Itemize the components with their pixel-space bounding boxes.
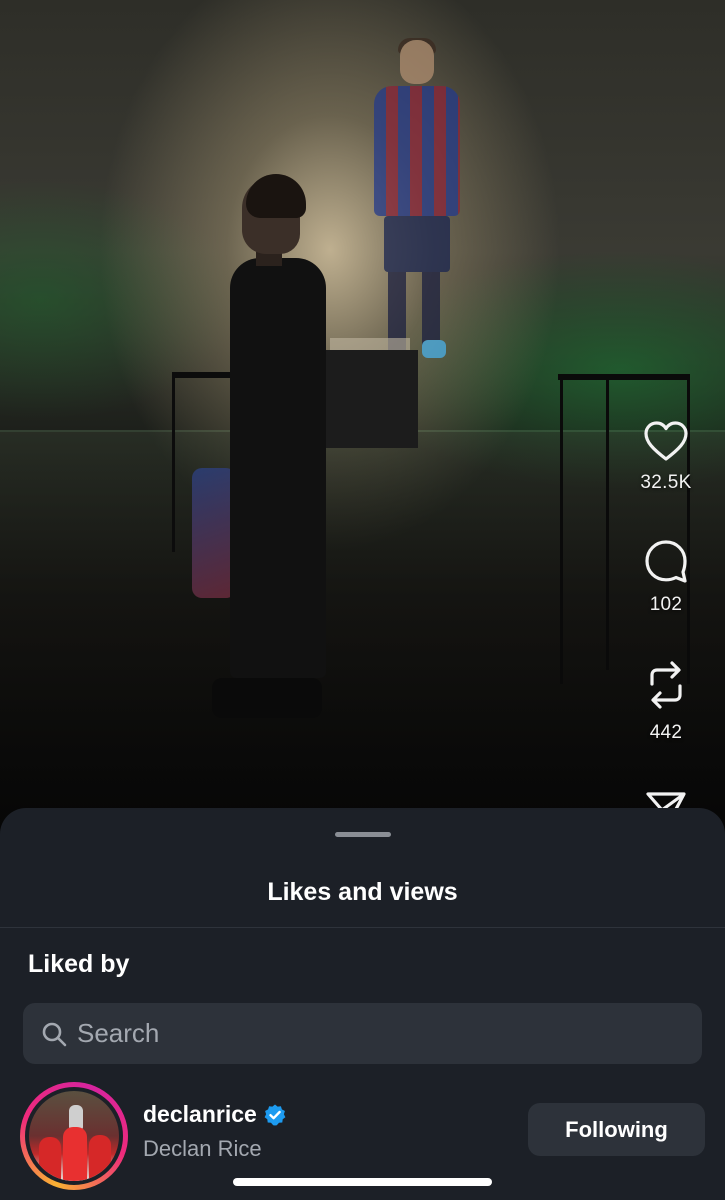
verified-icon: [264, 1104, 286, 1125]
sheet-title: Likes and views: [267, 878, 458, 906]
username[interactable]: declanrice: [143, 1101, 257, 1128]
like-action[interactable]: 32.5K: [621, 420, 711, 494]
floor-reflection: [0, 432, 725, 840]
section-label: Liked by: [28, 950, 130, 978]
like-count: 32.5K: [640, 472, 692, 493]
list-item[interactable]: declanrice Declan Rice Following: [0, 1074, 725, 1190]
username-group[interactable]: declanrice: [143, 1101, 287, 1128]
search-bar[interactable]: [23, 1003, 702, 1064]
likes-sheet: Likes and views Liked by declanrice Decl…: [0, 808, 725, 1200]
hologram-player: [360, 38, 470, 370]
side-table-right: [558, 374, 690, 380]
man-silhouette: [190, 174, 340, 738]
comment-action[interactable]: 102: [621, 538, 711, 616]
full-name: Declan Rice: [143, 1136, 262, 1161]
avatar[interactable]: [25, 1087, 123, 1185]
following-button[interactable]: Following: [528, 1103, 705, 1156]
sheet-drag-handle[interactable]: [335, 832, 391, 837]
search-input[interactable]: [77, 1003, 677, 1064]
story-ring[interactable]: [20, 1082, 128, 1190]
search-icon: [42, 1022, 67, 1047]
reel-video[interactable]: [0, 0, 725, 840]
heart-icon[interactable]: [643, 420, 689, 462]
comment-count: 102: [649, 594, 683, 615]
repost-icon[interactable]: [644, 658, 688, 712]
comment-icon[interactable]: [643, 538, 689, 584]
divider: [0, 927, 725, 928]
home-indicator[interactable]: [233, 1178, 492, 1186]
repost-count: 442: [649, 722, 683, 743]
repost-action[interactable]: 442: [621, 658, 711, 744]
